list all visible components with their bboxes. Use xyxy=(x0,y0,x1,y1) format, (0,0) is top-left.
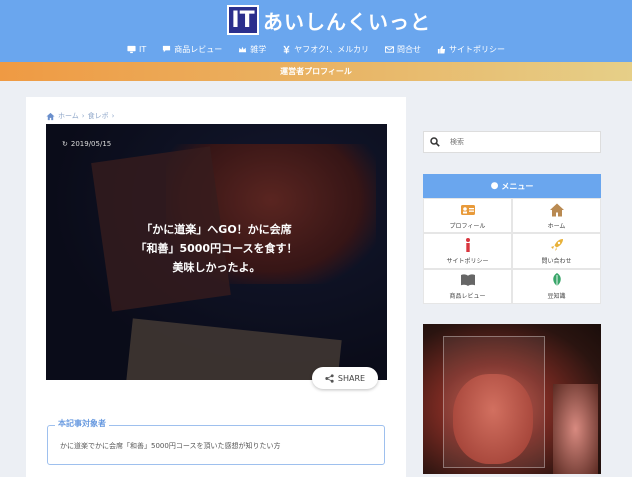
logo-mark: IT xyxy=(227,5,259,35)
menu-item-label: プロフィール xyxy=(449,222,486,230)
breadcrumb-home[interactable]: ホーム xyxy=(58,111,79,121)
site-header: IT あいしんくいっと IT 商品レビュー 雑学 ヤフオク!、メルカリ 問合せ … xyxy=(0,0,632,62)
menu-item-label: ホーム xyxy=(547,222,566,230)
share-icon xyxy=(325,373,334,383)
menu-grid: プロフィール ホーム サイトポリシー 問い合わせ 商品レビュー 豆知識 xyxy=(423,198,601,304)
article-title: 「かに道楽」へGO！かに会席 「和善」5000円コースを食す！ 美味しかったよ。 xyxy=(46,220,387,277)
profile-bar[interactable]: 運営者プロフィール xyxy=(0,62,632,81)
profile-bar-label: 運営者プロフィール xyxy=(280,67,352,76)
nav-item-auction[interactable]: ヤフオク!、メルカリ xyxy=(282,44,369,55)
breadcrumb-category[interactable]: 食レポ xyxy=(88,111,109,121)
nav-item-label: IT xyxy=(138,45,147,54)
target-reader-text: かに道楽でかに会席「和善」5000円コースを頂いた感想が知りたい方 xyxy=(60,442,281,450)
article-date: ↻ 2019/05/15 xyxy=(62,140,111,148)
site-title: あいしんくいっと xyxy=(263,9,431,34)
article-title-line: 美味しかったよ。 xyxy=(172,261,261,274)
menu-item-label: サイトポリシー xyxy=(446,257,489,265)
profile-card-icon xyxy=(460,204,475,215)
search-box xyxy=(423,131,601,153)
location-pin-icon: ● xyxy=(490,181,499,191)
menu-item-label: 豆知識 xyxy=(547,293,566,301)
menu-header: ● メニュー xyxy=(423,174,601,198)
monitor-icon xyxy=(127,45,136,54)
menu-item-trivia[interactable]: 豆知識 xyxy=(512,268,601,304)
nav-item-review[interactable]: 商品レビュー xyxy=(162,44,222,55)
menu-item-profile[interactable]: プロフィール xyxy=(423,198,512,234)
breadcrumb-separator: › xyxy=(111,112,115,120)
info-icon xyxy=(465,237,470,252)
home-icon xyxy=(549,203,564,217)
sidebar-photo[interactable] xyxy=(423,324,601,474)
menu-item-policy[interactable]: サイトポリシー xyxy=(423,233,512,269)
nav-item-label: 雑学 xyxy=(250,45,267,54)
mail-icon xyxy=(385,46,395,53)
crown-icon xyxy=(239,46,247,53)
article-title-line: 「和善」5000円コースを食す！ xyxy=(135,242,298,255)
nav-item-label: 商品レビュー xyxy=(174,45,223,54)
home-icon xyxy=(46,112,55,120)
book-icon xyxy=(460,274,475,287)
thumb-icon xyxy=(437,45,446,54)
nav-item-label: ヤフオク!、メルカリ xyxy=(294,45,370,54)
nav-item-trivia[interactable]: 雑学 xyxy=(238,44,266,55)
menu-item-label: 商品レビュー xyxy=(449,293,486,301)
leaf-icon xyxy=(552,273,561,287)
site-logo[interactable]: IT あいしんくいっと xyxy=(227,5,431,35)
article-date-text: 2019/05/15 xyxy=(70,140,112,148)
menu-item-contact[interactable]: 問い合わせ xyxy=(512,233,601,269)
nav-item-it[interactable]: IT xyxy=(127,44,146,55)
photo-items-shape xyxy=(553,384,598,474)
share-button[interactable]: SHARE xyxy=(312,367,378,389)
chat-icon xyxy=(163,45,171,53)
article-title-line: 「かに道楽」へGO！かに会席 xyxy=(141,223,292,236)
menu-item-home[interactable]: ホーム xyxy=(512,198,601,234)
menu-item-review[interactable]: 商品レビュー xyxy=(423,268,512,304)
refresh-icon: ↻ xyxy=(62,140,68,148)
nav-item-label: サイトポリシー xyxy=(449,45,506,54)
menu-item-label: 問い合わせ xyxy=(541,257,572,265)
share-label: SHARE xyxy=(337,373,366,383)
menu-title: メニュー xyxy=(501,181,534,191)
rocket-icon xyxy=(550,238,563,251)
photo-lobster-shape xyxy=(453,374,533,464)
yen-icon xyxy=(283,45,290,54)
global-nav: IT 商品レビュー 雑学 ヤフオク!、メルカリ 問合せ サイトポリシー xyxy=(0,44,632,55)
search-input[interactable] xyxy=(448,137,592,147)
nav-item-label: 問合せ xyxy=(397,45,422,54)
nav-item-contact[interactable]: 問合せ xyxy=(385,44,421,55)
breadcrumb: ホーム › 食レポ › xyxy=(46,111,114,121)
nav-item-policy[interactable]: サイトポリシー xyxy=(437,44,505,55)
target-reader-label: 本記事対象者 xyxy=(55,418,109,429)
search-icon xyxy=(430,137,440,147)
breadcrumb-separator: › xyxy=(81,112,85,120)
